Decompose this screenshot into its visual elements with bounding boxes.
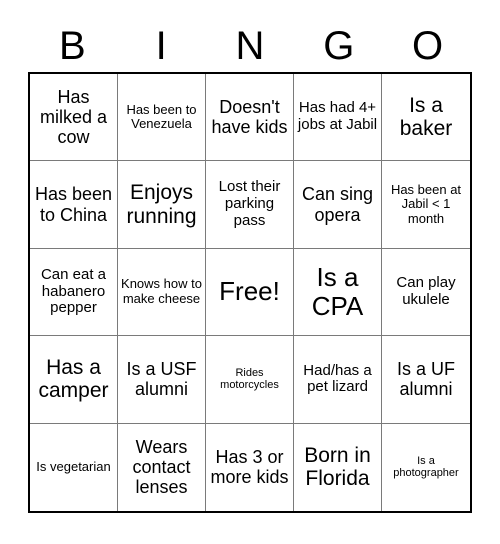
bingo-cell-free[interactable]: Free! [206, 248, 294, 337]
bingo-cell-r5c3[interactable]: Has 3 or more kids [206, 423, 294, 511]
bingo-cell-r2c2[interactable]: Enjoys running [118, 161, 206, 249]
bingo-cell-label: Rides motorcycles [220, 367, 279, 392]
bingo-cell-r4c3[interactable]: Rides motorcycles [206, 336, 294, 424]
bingo-cell-label: Lost their parking pass [218, 178, 281, 229]
bingo-cell-r5c2[interactable]: Wears contact lenses [118, 423, 206, 511]
bingo-cell-label: Has milked a cow [39, 86, 108, 148]
bingo-cell-r5c4[interactable]: Born in Florida [294, 423, 382, 511]
bingo-cell-label: Has had 4+ jobs at Jabil [297, 99, 378, 134]
bingo-cell-r1c3[interactable]: Doesn't have kids [206, 74, 294, 162]
bingo-cell-label: Knows how to make cheese [121, 276, 202, 306]
bingo-cell-label: Can sing opera [301, 184, 374, 225]
bingo-cell-label: Doesn't have kids [211, 97, 288, 138]
bingo-cell-label: Has been to Venezuela [126, 101, 197, 132]
bingo-cell-label: Born in Florida [304, 443, 371, 491]
bingo-cell-r1c2[interactable]: Has been to Venezuela [118, 74, 206, 162]
bingo-cell-label: Is a USF alumni [126, 359, 197, 400]
bingo-cell-r4c4[interactable]: Had/has a pet lizard [294, 336, 382, 424]
bingo-header-letter-i: I [155, 24, 167, 68]
bingo-cell-label: Is a UF alumni [396, 359, 455, 400]
bingo-header: BINGO [28, 22, 472, 70]
bingo-cell-label: Wears contact lenses [132, 437, 191, 498]
bingo-cell-label: Enjoys running [126, 181, 197, 228]
bingo-header-letter-g: G [323, 24, 355, 68]
bingo-cell-r5c5[interactable]: Is a photographer [382, 423, 470, 511]
bingo-cell-r2c1[interactable]: Has been to China [30, 161, 118, 249]
bingo-header-letter-n: N [235, 24, 265, 68]
bingo-cell-label: Has been at Jabil < 1 month [390, 181, 462, 226]
bingo-cell-r2c5[interactable]: Has been at Jabil < 1 month [382, 161, 470, 249]
bingo-cell-label: Can play ukulele [396, 274, 456, 308]
bingo-card: B I N G O Has milked a cow Has been to Venezu… [0, 0, 500, 544]
bingo-cell-label: Is a baker [399, 93, 453, 141]
bingo-header-letter-o: O [412, 24, 444, 68]
bingo-cell-label: Is vegetarian [36, 459, 111, 475]
bingo-cell-r1c5[interactable]: Is a baker [382, 74, 470, 162]
bingo-cell-r3c2[interactable]: Knows how to make cheese [118, 248, 206, 337]
bingo-cell-r2c3[interactable]: Lost their parking pass [206, 161, 294, 249]
bingo-cell-label: Is a CPA [311, 261, 364, 321]
bingo-cell-label: Had/has a pet lizard [303, 361, 372, 396]
bingo-cell-r4c2[interactable]: Is a USF alumni [118, 336, 206, 424]
bingo-cell-r3c5[interactable]: Can play ukulele [382, 248, 470, 337]
bingo-cell-label: Can eat a habanero pepper [40, 265, 107, 317]
bingo-cell-r4c5[interactable]: Is a UF alumni [382, 336, 470, 424]
bingo-cell-label: Has 3 or more kids [210, 447, 289, 488]
bingo-cell-r5c1[interactable]: Is vegetarian [30, 423, 118, 511]
bingo-cell-r2c4[interactable]: Can sing opera [294, 161, 382, 249]
bingo-cell-r3c4[interactable]: Is a CPA [294, 248, 382, 337]
bingo-header-letter-b: B [59, 24, 86, 68]
bingo-cell-r1c1[interactable]: Has milked a cow [30, 74, 118, 162]
bingo-cell-label: Free! [219, 276, 280, 307]
bingo-cell-r3c1[interactable]: Can eat a habanero pepper [30, 248, 118, 337]
bingo-cell-r4c1[interactable]: Has a camper [30, 336, 118, 424]
bingo-cell-label: Is a photographer [393, 454, 459, 480]
bingo-cell-r1c4[interactable]: Has had 4+ jobs at Jabil [294, 74, 382, 162]
bingo-grid: Has milked a cow Has been to Venezuela Doe… [28, 72, 472, 513]
bingo-cell-label: Has been to China [34, 184, 113, 225]
bingo-cell-label: Has a camper [38, 355, 109, 403]
